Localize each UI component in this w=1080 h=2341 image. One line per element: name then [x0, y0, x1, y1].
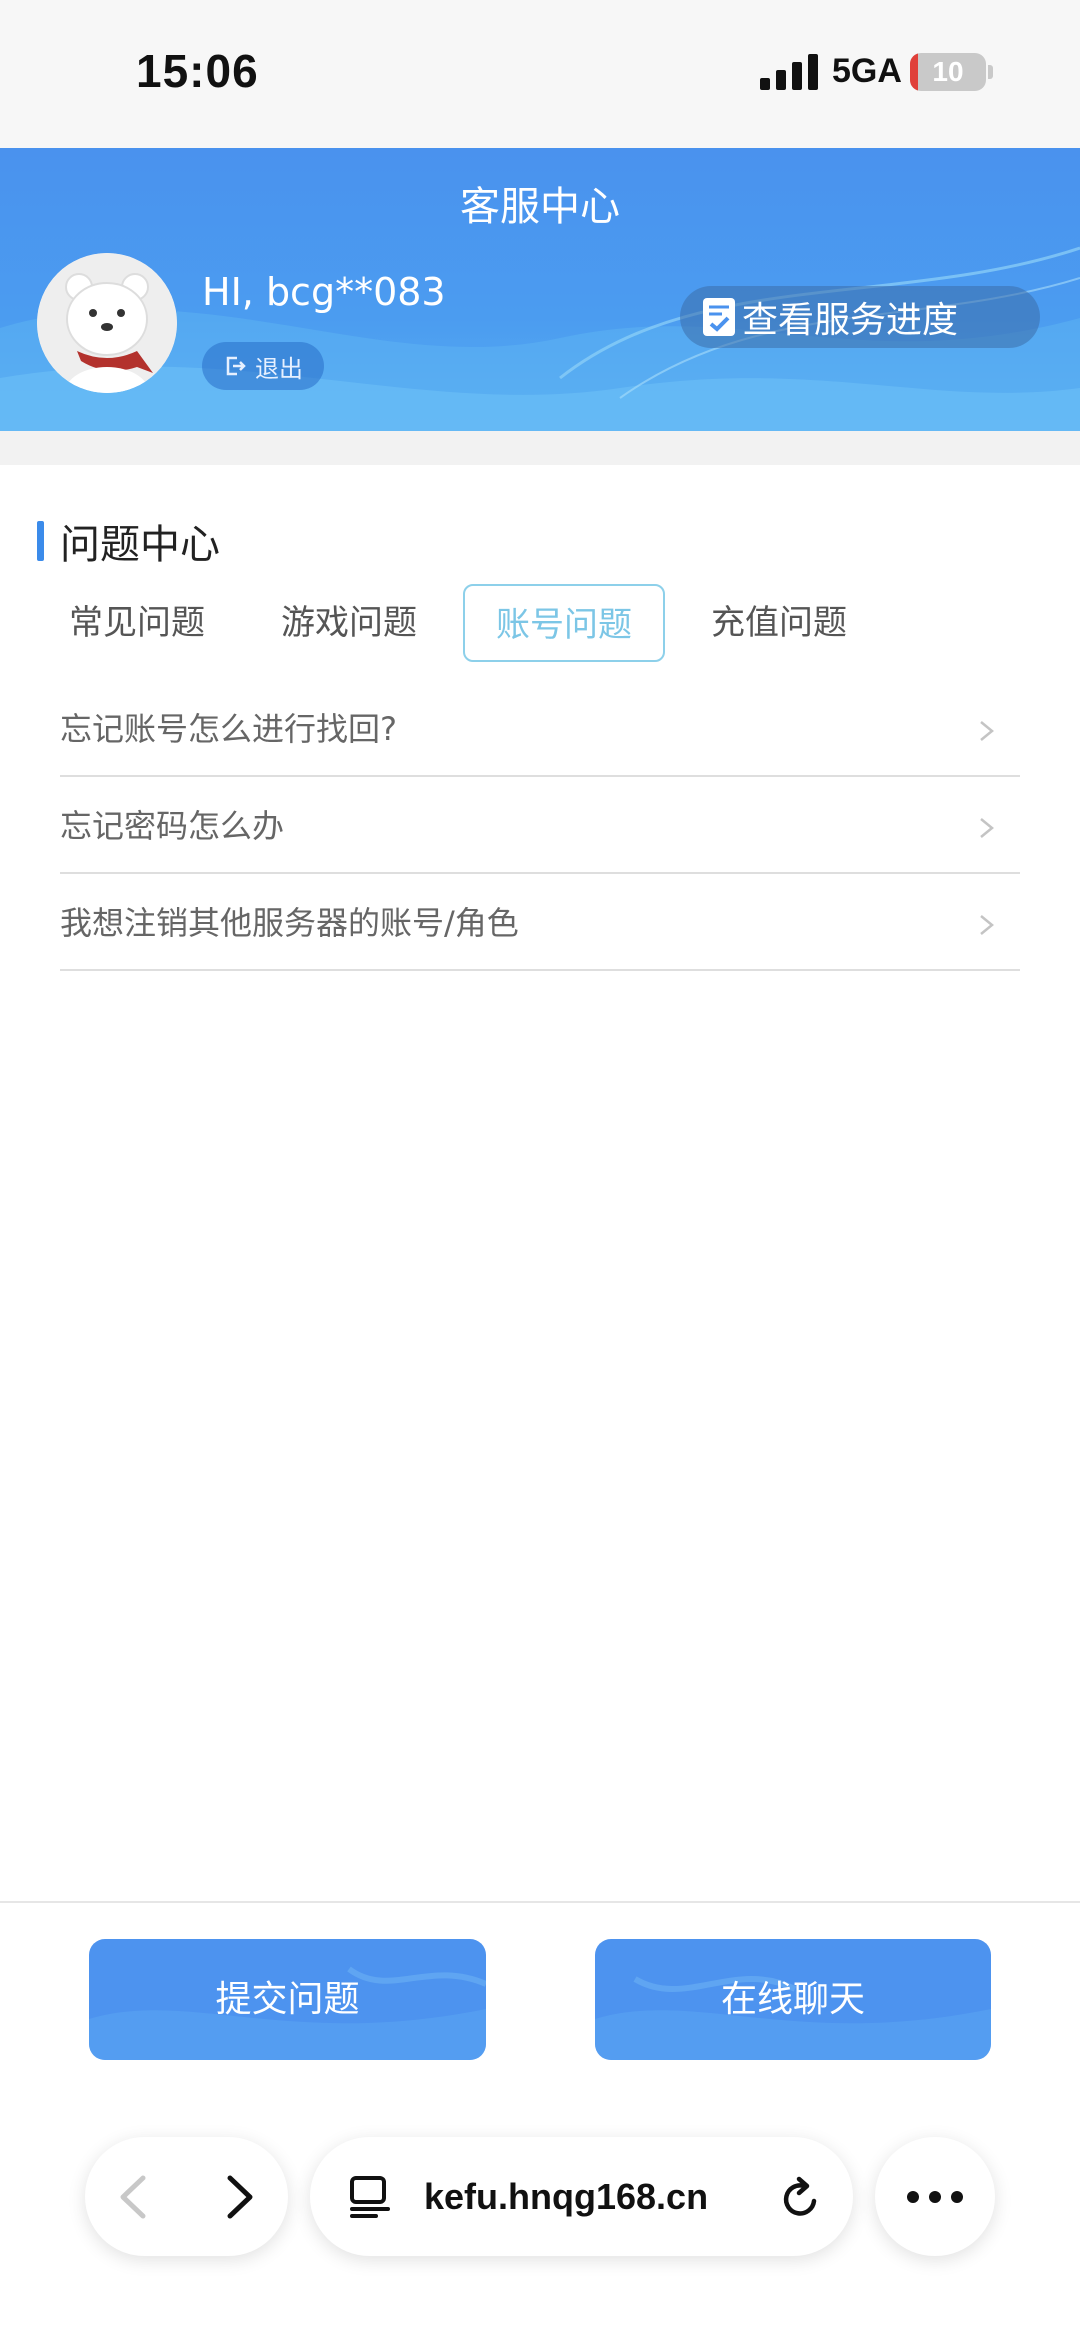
- chevron-right-icon: [980, 818, 994, 838]
- more-button[interactable]: [875, 2137, 995, 2256]
- list-item[interactable]: 我想注销其他服务器的账号/角色: [60, 874, 1020, 971]
- url-text: kefu.hnqg168.cn: [424, 2176, 709, 2217]
- view-progress-button[interactable]: 查看服务进度: [680, 286, 1040, 348]
- reload-icon[interactable]: [780, 2175, 824, 2221]
- page-title: 客服中心: [460, 184, 620, 230]
- status-bar: 15:06 5GA 10: [0, 0, 1080, 148]
- view-progress-label: 查看服务进度: [742, 300, 959, 341]
- avatar[interactable]: [37, 253, 177, 393]
- category-tabs: 常见问题 游戏问题 账号问题 充值问题: [0, 584, 1080, 662]
- list-item[interactable]: 忘记密码怎么办: [60, 777, 1020, 874]
- status-time: 15:06: [136, 45, 259, 97]
- tab-common[interactable]: 常见问题: [48, 584, 226, 662]
- question-text: 忘记账号怎么进行找回?: [60, 710, 397, 748]
- polar-bear-avatar-icon: [37, 253, 177, 393]
- question-list: 忘记账号怎么进行找回? 忘记密码怎么办 我想注销其他服务器的账号/角色: [60, 680, 1020, 971]
- chevron-left-icon[interactable]: [113, 2174, 153, 2220]
- page-format-icon[interactable]: [348, 2175, 392, 2219]
- address-bar[interactable]: kefu.hnqg168.cn: [310, 2137, 853, 2256]
- chevron-right-icon: [980, 721, 994, 741]
- submit-question-label: 提交问题: [215, 1979, 360, 2020]
- network-type: 5GA: [832, 52, 902, 90]
- question-text: 我想注销其他服务器的账号/角色: [60, 904, 519, 942]
- tab-game[interactable]: 游戏问题: [260, 584, 438, 662]
- bottom-divider: [0, 1901, 1080, 1903]
- logout-button[interactable]: 退出: [202, 342, 324, 390]
- battery-level: 10: [932, 56, 964, 87]
- header-banner: 客服中心 HI, bcg**083 退出 查看服务进度: [0, 148, 1080, 431]
- logout-icon: [226, 356, 246, 376]
- battery-icon: 10: [910, 53, 986, 91]
- section-title: 问题中心: [60, 522, 220, 568]
- chevron-right-icon: [980, 915, 994, 935]
- battery-cap: [988, 65, 993, 79]
- online-chat-button[interactable]: 在线聊天: [595, 1939, 991, 2060]
- online-chat-label: 在线聊天: [720, 1979, 865, 2020]
- chevron-right-icon[interactable]: [220, 2174, 260, 2220]
- browser-nav-pill: [85, 2137, 288, 2256]
- submit-question-button[interactable]: 提交问题: [89, 1939, 486, 2060]
- section-divider: [0, 431, 1080, 465]
- user-greeting: HI, bcg**083: [202, 270, 446, 314]
- logout-label: 退出: [255, 354, 303, 383]
- question-text: 忘记密码怎么办: [60, 807, 285, 845]
- section-heading: 问题中心: [37, 512, 220, 570]
- list-item[interactable]: 忘记账号怎么进行找回?: [60, 680, 1020, 777]
- more-dots-icon: [907, 2191, 963, 2203]
- section-accent-bar: [37, 521, 44, 561]
- tab-account[interactable]: 账号问题: [463, 584, 665, 662]
- document-check-icon: [703, 298, 735, 336]
- signal-icon: [760, 52, 820, 90]
- tab-recharge[interactable]: 充值问题: [690, 584, 868, 662]
